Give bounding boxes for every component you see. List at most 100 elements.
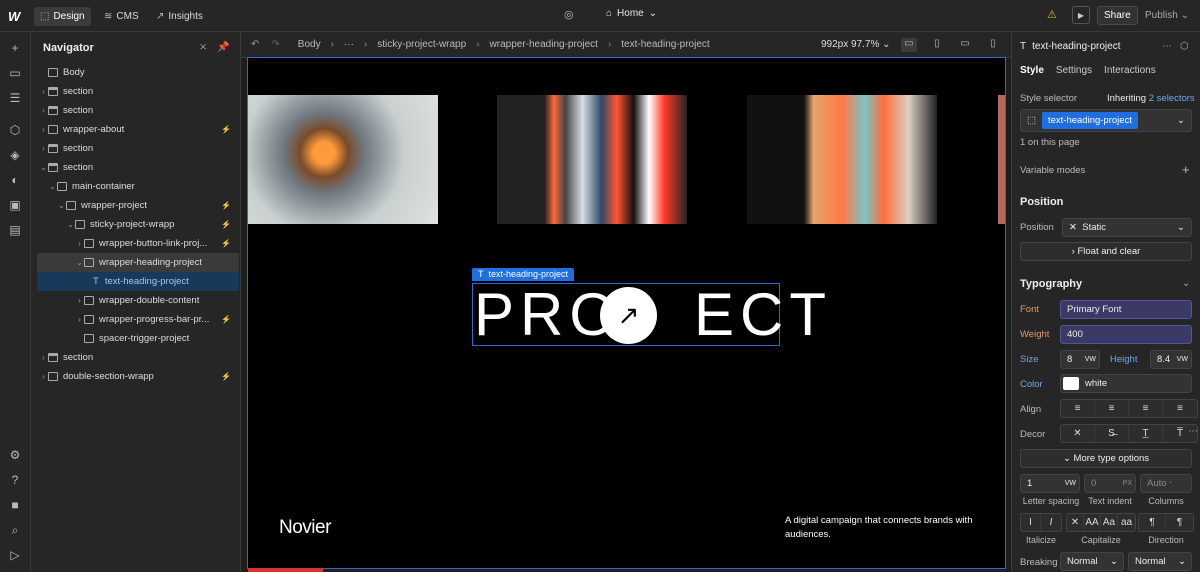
strikethrough-icon[interactable]: S̶: [1095, 425, 1129, 442]
tab-interactions[interactable]: Interactions: [1104, 65, 1156, 76]
breadcrumb-item[interactable]: text-heading-project: [621, 39, 709, 50]
desktop-plus-icon[interactable]: ▭: [901, 38, 917, 52]
tree-item-body[interactable]: Body: [37, 63, 239, 82]
pin-icon[interactable]: 📌: [217, 42, 229, 53]
align-right-icon[interactable]: ≡: [1129, 400, 1163, 417]
align-justify-icon[interactable]: ≡: [1163, 400, 1197, 417]
letter-spacing-input[interactable]: 1 VW: [1020, 474, 1080, 493]
more-icon[interactable]: ⋯: [1162, 41, 1172, 52]
tree-item[interactable]: › section: [37, 348, 239, 367]
selector-field[interactable]: ⬚ text-heading-project ⌄: [1020, 109, 1192, 132]
more-icon[interactable]: ⋯: [1188, 426, 1198, 437]
wrap-select[interactable]: Normal ⌄: [1128, 552, 1192, 571]
text-indent-input[interactable]: 0 PX: [1084, 474, 1136, 493]
tab-insights[interactable]: ↗ Insights: [150, 7, 209, 26]
chevron-right-icon[interactable]: ›: [39, 87, 48, 96]
breadcrumb-item[interactable]: sticky-project-wrapp: [377, 39, 466, 50]
tree-item[interactable]: › section: [37, 139, 239, 158]
columns-input[interactable]: Auto ⋅: [1140, 474, 1192, 493]
typography-section-title[interactable]: Typography: [1020, 278, 1082, 290]
mobile-landscape-icon[interactable]: ▭: [957, 38, 973, 52]
tree-item-selected-parent[interactable]: ⌄ wrapper-heading-project: [37, 253, 239, 272]
font-select[interactable]: Primary Font: [1060, 300, 1192, 319]
inheriting-info[interactable]: Inheriting 2 selectors: [1107, 93, 1195, 104]
assets-icon[interactable]: ▣: [7, 197, 23, 213]
redo-icon[interactable]: ↷: [271, 39, 279, 50]
viewport-zoom[interactable]: 992px 97.7% ⌄: [821, 39, 891, 50]
chevron-right-icon[interactable]: ›: [39, 106, 48, 115]
capitalize-icon[interactable]: Aa: [1101, 514, 1118, 531]
chevron-down-icon[interactable]: ⌄: [75, 258, 84, 267]
breadcrumb-item[interactable]: Body: [298, 39, 321, 50]
chevron-right-icon[interactable]: ›: [39, 372, 48, 381]
breadcrumb-item[interactable]: ···: [344, 39, 354, 50]
height-input[interactable]: 8.4 VW: [1150, 350, 1192, 369]
chevron-right-icon[interactable]: ›: [75, 296, 84, 305]
chevron-down-icon[interactable]: ⌄: [1182, 278, 1190, 289]
chevron-down-icon[interactable]: ⌄: [66, 220, 75, 229]
undo-icon[interactable]: ↶: [251, 39, 259, 50]
size-input[interactable]: 8 VW: [1060, 350, 1100, 369]
components-icon[interactable]: ⬡: [7, 122, 23, 138]
uppercase-icon[interactable]: AA: [1084, 514, 1101, 531]
navigator-icon[interactable]: ☰: [7, 90, 23, 106]
breaking-select[interactable]: Normal ⌄: [1060, 552, 1124, 571]
height-unit[interactable]: VW: [1177, 351, 1188, 368]
size-unit[interactable]: VW: [1085, 351, 1096, 368]
video-icon[interactable]: ▷: [7, 547, 23, 563]
chevron-right-icon[interactable]: ›: [75, 239, 84, 248]
chevron-down-icon[interactable]: ⌄: [48, 182, 57, 191]
variables-icon[interactable]: ◈: [7, 147, 23, 163]
lowercase-icon[interactable]: aa: [1118, 514, 1135, 531]
italic-off-icon[interactable]: I: [1021, 514, 1041, 531]
tab-cms[interactable]: ≋ CMS: [98, 7, 145, 26]
share-button[interactable]: Share: [1097, 6, 1138, 25]
chevron-right-icon[interactable]: ›: [39, 353, 48, 362]
align-left-icon[interactable]: ≡: [1061, 400, 1095, 417]
styles-icon[interactable]: ◐: [7, 172, 23, 188]
chevron-down-icon[interactable]: ⌄: [57, 201, 66, 210]
tree-item-selected[interactable]: Ttext-heading-project: [37, 272, 239, 291]
case-none-icon[interactable]: ✕: [1067, 514, 1084, 531]
text-indent-unit[interactable]: PX: [1123, 475, 1132, 492]
tree-item[interactable]: ⌄ wrapper-project ⚡: [37, 196, 239, 215]
help-icon[interactable]: ?: [7, 472, 23, 488]
underline-icon[interactable]: T̲: [1129, 425, 1163, 442]
collapse-icon[interactable]: ⨯: [199, 42, 207, 53]
breadcrumb-item[interactable]: wrapper-heading-project: [490, 39, 598, 50]
audit-icon[interactable]: ■: [7, 497, 23, 513]
tree-item[interactable]: › wrapper-about ⚡: [37, 120, 239, 139]
tree-item[interactable]: › wrapper-button-link-proj... ⚡: [37, 234, 239, 253]
settings-icon[interactable]: ⚙: [7, 447, 23, 463]
align-center-icon[interactable]: ≡: [1095, 400, 1129, 417]
webflow-logo[interactable]: W: [8, 9, 20, 24]
tree-item[interactable]: › wrapper-double-content: [37, 291, 239, 310]
rtl-icon[interactable]: ¶: [1166, 514, 1193, 531]
tree-item[interactable]: › section: [37, 82, 239, 101]
ltr-icon[interactable]: ¶: [1139, 514, 1166, 531]
tree-item[interactable]: ⌄ sticky-project-wrapp ⚡: [37, 215, 239, 234]
book-icon[interactable]: ▤: [7, 222, 23, 238]
chevron-down-icon[interactable]: ⌄: [39, 163, 48, 172]
chevron-right-icon[interactable]: ›: [39, 125, 48, 134]
warning-icon[interactable]: ⚠: [1047, 8, 1057, 21]
position-select[interactable]: ✕ Static ⌄: [1062, 218, 1192, 237]
search-icon[interactable]: ⌕: [7, 522, 23, 538]
tree-item[interactable]: › double-section-wrapp ⚡: [37, 367, 239, 386]
chevron-right-icon[interactable]: ›: [75, 315, 84, 324]
component-icon[interactable]: ⬡: [1180, 41, 1189, 52]
pages-icon[interactable]: ▭: [7, 65, 23, 81]
mobile-portrait-icon[interactable]: ▯: [985, 38, 1001, 52]
tab-design[interactable]: ⬚ Design: [34, 7, 91, 26]
arrow-button[interactable]: ↗: [600, 287, 657, 344]
italic-icon[interactable]: I: [1041, 514, 1061, 531]
publish-button[interactable]: Publish ⌄: [1140, 6, 1194, 25]
tab-style[interactable]: Style: [1020, 65, 1044, 76]
page-selector[interactable]: ⌂ Home ⌄: [606, 8, 657, 19]
tree-item[interactable]: ⌄ main-container: [37, 177, 239, 196]
more-type-options-button[interactable]: ⌄ More type options: [1020, 449, 1192, 468]
tree-item[interactable]: ⌄ section: [37, 158, 239, 177]
globe-icon[interactable]: ◎: [564, 8, 574, 21]
float-clear-button[interactable]: › Float and clear: [1020, 242, 1192, 261]
add-icon[interactable]: +: [1182, 162, 1190, 177]
